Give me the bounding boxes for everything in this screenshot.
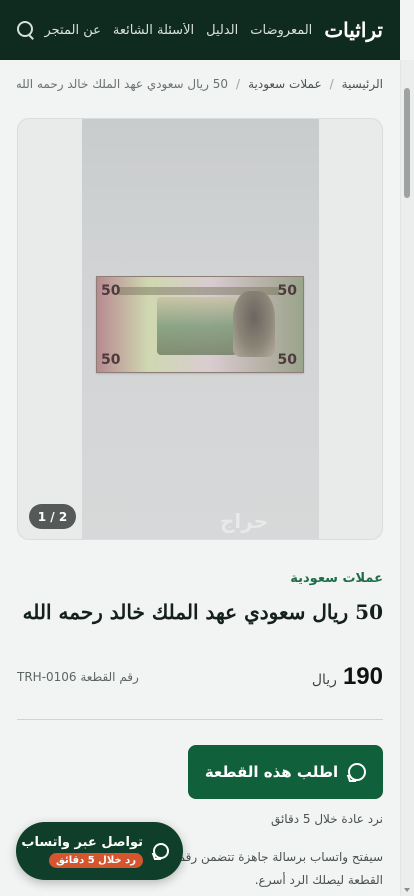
banknote-portrait (233, 291, 275, 357)
floating-title: تواصل عبر واتساب (21, 834, 143, 850)
whatsapp-icon (348, 763, 367, 781)
breadcrumb-separator: / (236, 77, 241, 91)
banknote-denomination: 50 (277, 352, 297, 368)
breadcrumb-category[interactable]: عملات سعودية (248, 77, 322, 91)
photo-watermark: حراج (220, 509, 269, 533)
breadcrumb-home[interactable]: الرئيسية (342, 77, 383, 91)
price-row: 190 ريال رقم القطعة TRH-0106 (17, 660, 383, 694)
whatsapp-icon (153, 843, 169, 859)
product-price: 190 ريال (312, 663, 383, 691)
breadcrumb-separator: / (329, 77, 334, 91)
nav-item-about[interactable]: عن المتجر (44, 23, 100, 38)
search-icon[interactable] (14, 19, 36, 41)
piece-number: رقم القطعة TRH-0106 (17, 670, 139, 684)
product-category[interactable]: عملات سعودية (290, 571, 383, 586)
breadcrumb-current: 50 ريال سعودي عهد الملك خالد رحمه الله (17, 77, 229, 91)
product-title: 50 ريال سعودي عهد الملك خالد رحمه الله (22, 600, 383, 624)
image-counter: 1 / 2 (29, 504, 76, 529)
banknote-denomination: 50 (101, 352, 121, 368)
nav-item-guide[interactable]: الدليل (206, 23, 238, 38)
whatsapp-floating-button[interactable]: تواصل عبر واتساب رد خلال 5 دقائق (16, 822, 183, 880)
top-bar: تراثيات المعروضات الدليل الأسئلة الشائعة… (0, 0, 400, 60)
breadcrumb: الرئيسية / عملات سعودية / 50 ريال سعودي … (17, 77, 383, 91)
brand-logo[interactable]: تراثيات (324, 18, 383, 42)
whatsapp-description: سيفتح واتساب برسالة جاهزة تتضمن رقم القط… (177, 850, 383, 887)
nav-item-listings[interactable]: المعروضات (250, 23, 312, 38)
banknote-denomination: 50 (277, 283, 297, 299)
scroll-down-arrow[interactable] (404, 888, 410, 892)
reply-time-badge: رد خلال 5 دقائق (49, 852, 143, 868)
banknote-mosque-scene (157, 297, 237, 355)
order-button[interactable]: اطلب هذه القطعة (188, 745, 383, 799)
main-nav: المعروضات الدليل الأسئلة الشائعة عن المت… (36, 23, 312, 38)
price-currency: ريال (311, 672, 337, 688)
banknote-image: 50 50 50 50 (96, 276, 304, 373)
product-photo[interactable]: 50 50 50 50 حراج (82, 119, 319, 539)
nav-item-faq[interactable]: الأسئلة الشائعة (113, 23, 194, 38)
divider (17, 719, 383, 720)
product-gallery[interactable]: 50 50 50 50 حراج 1 / 2 (17, 118, 383, 540)
floating-text: تواصل عبر واتساب رد خلال 5 دقائق (21, 835, 143, 868)
price-value: 190 (342, 663, 383, 690)
banknote-denomination: 50 (101, 283, 121, 299)
reply-time-note: نرد عادة خلال 5 دقائق (270, 812, 383, 826)
scrollbar-thumb[interactable] (404, 88, 410, 198)
order-button-label: اطلب هذه القطعة (204, 763, 339, 781)
